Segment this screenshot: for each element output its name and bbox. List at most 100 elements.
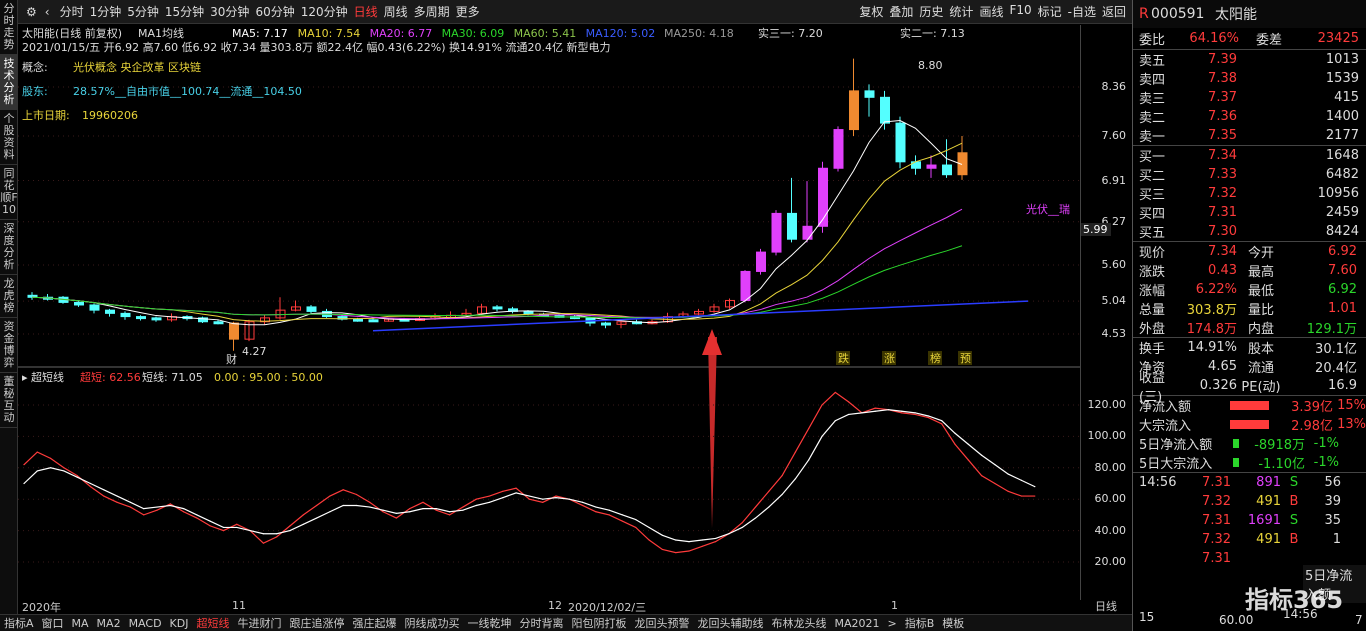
indicator-point <box>156 509 158 511</box>
candle-body[interactable] <box>105 309 115 314</box>
left-tab[interactable]: 分时走势 <box>0 0 18 55</box>
candle-body[interactable] <box>74 301 84 306</box>
candle-body[interactable] <box>787 212 797 240</box>
candle-body[interactable] <box>492 306 503 310</box>
footer-15: 15 <box>1139 610 1155 624</box>
indicator-point <box>994 482 996 485</box>
candle-body[interactable] <box>802 225 813 240</box>
indicator-tab[interactable]: 窗口 <box>38 615 68 631</box>
candle-body[interactable] <box>353 318 363 322</box>
candle-body[interactable] <box>942 164 952 176</box>
candle-body[interactable] <box>229 322 239 340</box>
period-tab[interactable]: 多周期 <box>414 3 450 20</box>
period-label[interactable]: 日线 <box>1080 598 1132 614</box>
indicator-tab[interactable]: 强庄起爆 <box>348 615 400 631</box>
indicator-tab[interactable]: 跟庄追涨停 <box>285 615 348 631</box>
toolbar-button[interactable]: 叠加 <box>889 3 913 20</box>
toolbar-right: 复权 叠加 历史 统计 画线 F10 标记 -自选 返回 <box>859 3 1132 20</box>
left-tab[interactable]: 资金博弈 <box>0 318 18 373</box>
period-tab[interactable]: 120分钟 <box>301 3 348 20</box>
candle-body[interactable] <box>89 304 100 311</box>
panel-row: 买四 7.31 2459 <box>1133 203 1366 222</box>
candle-body[interactable] <box>895 122 906 163</box>
indicator-tab[interactable]: > <box>884 617 901 630</box>
left-tab[interactable]: 个股资料 <box>0 110 18 165</box>
candle-body[interactable] <box>120 312 131 318</box>
kline-chart-area[interactable]: 太阳能(日线 前复权) MA1均线 MA5: 7.17 MA10: 7.54 MA20:… <box>18 25 1080 600</box>
period-tab[interactable]: 周线 <box>384 3 408 20</box>
period-tab[interactable]: 5分钟 <box>127 3 159 20</box>
candle-body[interactable] <box>833 129 844 169</box>
indicator-tab[interactable]: 龙回头预警 <box>630 615 693 631</box>
candle-body[interactable] <box>880 96 890 124</box>
left-vertical-tabs: 分时走势 技术分析 个股资料 同花顺F10 深度分析 龙虎榜 资金博弈 董秘互动 <box>0 0 18 631</box>
candle-body[interactable] <box>306 306 317 312</box>
candle-body[interactable] <box>926 164 937 169</box>
toolbar-button[interactable]: 统计 <box>949 3 973 20</box>
indicator-point <box>661 548 664 551</box>
indicator-tab[interactable]: 指标A <box>0 615 38 631</box>
candle-body[interactable] <box>368 319 379 323</box>
indicator-tab[interactable]: MACD <box>125 617 166 630</box>
period-tab[interactable]: 更多 <box>456 3 480 20</box>
period-tab[interactable]: 分时 <box>60 3 84 20</box>
panel-cell: 891 <box>1256 475 1281 490</box>
indicator-tab[interactable]: 阳包阴打板 <box>567 615 630 631</box>
indicator-tab[interactable]: 龙回头辅助线 <box>693 615 767 631</box>
period-tab[interactable]: 30分钟 <box>210 3 249 20</box>
period-tab[interactable]: 1分钟 <box>90 3 122 20</box>
toolbar-button[interactable]: 标记 <box>1038 3 1062 20</box>
candle-body[interactable] <box>864 90 875 98</box>
toolbar-button[interactable]: 返回 <box>1102 3 1126 20</box>
kline-svg[interactable]: 太阳能(日线 前复权) MA1均线 MA5: 7.17 MA10: 7.54 MA20:… <box>18 25 1080 598</box>
indicator-point <box>661 534 664 536</box>
period-tab[interactable]: 日线 <box>354 3 378 20</box>
candle-body[interactable] <box>136 316 146 320</box>
indicator-tab[interactable]: 超短线 <box>192 615 233 631</box>
indicator-point <box>23 482 25 485</box>
left-tab[interactable]: 董秘互动 <box>0 373 18 428</box>
candle-body[interactable] <box>601 322 611 326</box>
indicator-tab[interactable]: 阴线成功买 <box>400 615 463 631</box>
left-tab[interactable]: 同花顺F10 <box>0 165 18 220</box>
left-tab[interactable]: 技术分析 <box>0 55 18 110</box>
toolbar-button[interactable]: 画线 <box>979 3 1003 20</box>
indicator-point <box>648 526 650 529</box>
settings-icon[interactable]: ⚙ <box>26 5 37 19</box>
indicator-point <box>967 443 969 445</box>
current-price-tag: 5.99 <box>1081 223 1111 236</box>
candle-body[interactable] <box>756 251 766 272</box>
indicator-tab[interactable]: MA <box>68 617 93 630</box>
toolbar-button[interactable]: F10 <box>1009 3 1031 20</box>
toolbar-button[interactable]: 历史 <box>919 3 943 20</box>
left-tab[interactable]: 深度分析 <box>0 220 18 275</box>
candle-body[interactable] <box>523 310 534 315</box>
candle-body[interactable] <box>849 90 859 131</box>
toolbar-button[interactable]: 复权 <box>859 3 883 20</box>
indicator-tab[interactable]: 布林龙头线 <box>767 615 830 631</box>
candle-body[interactable] <box>213 321 224 325</box>
indicator-tab[interactable]: 分时背离 <box>515 615 567 631</box>
panel-cell: -1% <box>1313 436 1339 451</box>
back-icon[interactable]: ‹ <box>45 5 50 19</box>
indicator-tab[interactable]: MA2021 <box>830 617 883 630</box>
candle-body[interactable] <box>151 317 162 321</box>
indicator-point <box>329 511 331 513</box>
candle-body[interactable] <box>740 270 751 301</box>
indicator-tab[interactable]: 牛进财门 <box>233 615 285 631</box>
indicator-series-1 <box>23 409 1036 543</box>
indicator-tab[interactable]: 指标B <box>901 615 939 631</box>
indicator-tab[interactable]: 模板 <box>938 615 968 631</box>
period-tab[interactable]: 60分钟 <box>255 3 294 20</box>
indicator-tab[interactable]: KDJ <box>166 617 193 630</box>
left-tab[interactable]: 龙虎榜 <box>0 275 18 318</box>
stock-name: 太阳能 <box>1215 7 1257 23</box>
period-tab[interactable]: 15分钟 <box>165 3 204 20</box>
toolbar-button[interactable]: -自选 <box>1068 3 1096 20</box>
panel-cell: B <box>1289 494 1299 509</box>
candle-body[interactable] <box>771 212 782 253</box>
indicator-tick: 80.00 <box>1094 460 1127 474</box>
indicator-tab[interactable]: 一线乾坤 <box>463 615 515 631</box>
candle-body[interactable] <box>818 167 828 227</box>
indicator-tab[interactable]: MA2 <box>93 617 125 630</box>
